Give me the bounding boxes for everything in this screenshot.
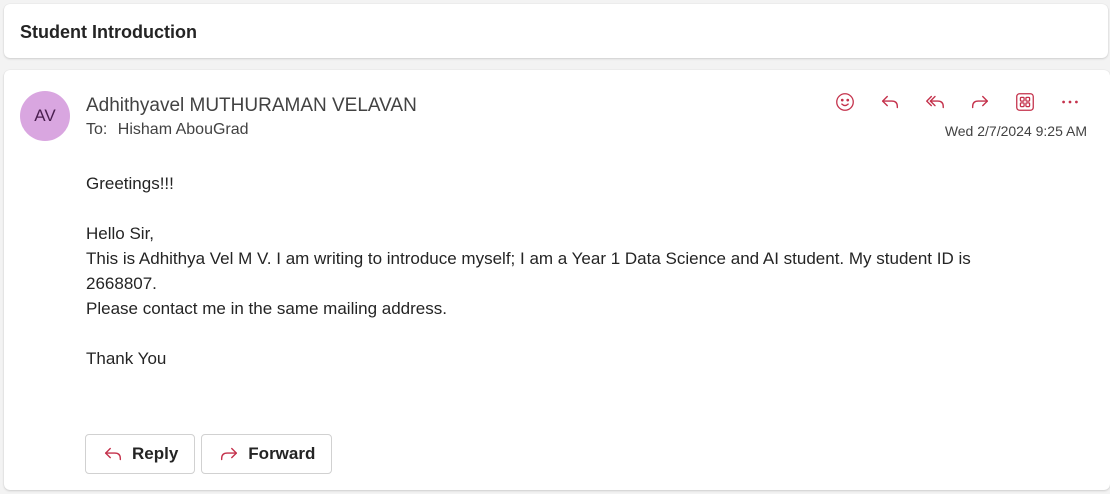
message-toolbar <box>822 89 1092 115</box>
reply-button[interactable]: Reply <box>85 434 196 474</box>
emoji-icon <box>835 93 854 111</box>
more-actions-button[interactable] <box>1047 89 1092 115</box>
forward-icon <box>221 447 238 461</box>
reply-all-toolbar-button[interactable] <box>912 89 957 115</box>
sender-name[interactable]: Adhithyavel MUTHURAMAN VELAVAN <box>86 95 417 117</box>
message-body: Greetings!!! Hello Sir, This is Adhithya… <box>86 171 1086 371</box>
email-subject: Student Introduction <box>20 22 197 42</box>
message-date: Wed 2/7/2024 9:25 AM <box>944 123 1087 139</box>
apps-icon <box>1015 93 1034 111</box>
reply-button-label: Reply <box>132 444 179 463</box>
apps-button[interactable] <box>1002 89 1047 115</box>
forward-button-label: Forward <box>248 444 316 463</box>
forward-icon <box>971 95 988 109</box>
body-line-3: Please contact me in the same mailing ad… <box>86 299 447 318</box>
forward-button[interactable]: Forward <box>201 434 333 474</box>
forward-toolbar-button[interactable] <box>957 89 1002 115</box>
to-label: To: <box>86 121 108 138</box>
emoji-button[interactable] <box>822 89 867 115</box>
subject-card: Student Introduction <box>4 4 1108 58</box>
message-card: AV Adhithyavel MUTHURAMAN VELAVAN To: Hi… <box>4 70 1110 490</box>
sender-avatar[interactable]: AV <box>20 91 70 141</box>
body-salutation: Hello Sir, <box>86 224 155 243</box>
recipient-line: To: Hisham AbouGrad <box>86 121 249 139</box>
body-line-1: This is Adhithya Vel M V. I am writing t… <box>86 249 971 268</box>
body-greeting: Greetings!!! <box>86 174 174 193</box>
more-icon <box>1061 100 1078 104</box>
reply-actions: Reply Forward <box>85 434 333 474</box>
reply-icon <box>881 95 898 109</box>
reply-toolbar-button[interactable] <box>867 89 912 115</box>
body-closing: Thank You <box>86 349 167 368</box>
reply-icon <box>104 447 122 461</box>
reply-all-icon <box>925 95 944 109</box>
body-line-2: 2668807. <box>86 274 157 293</box>
recipient-name[interactable]: Hisham AbouGrad <box>118 121 249 138</box>
